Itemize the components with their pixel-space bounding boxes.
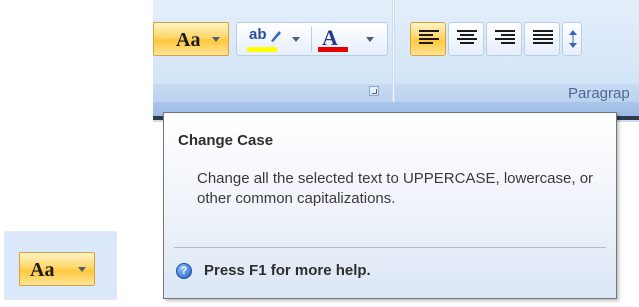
ribbon-group-footer <box>153 84 639 102</box>
tooltip-divider <box>174 247 606 248</box>
zoomed-change-case-button[interactable]: Aa <box>19 252 95 286</box>
align-left-icon <box>419 30 439 46</box>
align-center-button[interactable] <box>448 22 484 56</box>
highlight-fontcolor-group: ab A <box>236 22 388 56</box>
group-separator <box>392 0 395 102</box>
align-left-button[interactable] <box>410 22 446 56</box>
change-case-tooltip: Change Case Change all the selected text… <box>163 112 617 299</box>
align-right-icon <box>495 30 515 46</box>
tooltip-help-text: Press F1 for more help. <box>204 262 371 279</box>
button-divider <box>311 26 312 52</box>
line-spacing-button[interactable] <box>562 22 582 56</box>
change-case-label: Aa <box>176 29 201 51</box>
chevron-down-icon <box>212 37 220 42</box>
zoomed-change-case-label: Aa <box>30 259 55 281</box>
highlight-pen-icon[interactable] <box>269 29 283 43</box>
line-spacing-icon <box>568 29 578 54</box>
highlight-color-bar <box>247 47 277 52</box>
paragraph-group-label: Paragrap <box>568 85 630 102</box>
align-center-icon <box>457 30 477 46</box>
font-color-bar <box>318 47 348 52</box>
change-case-button[interactable]: Aa <box>153 22 229 56</box>
font-color-dropdown-arrow-icon[interactable] <box>366 37 374 42</box>
justify-button[interactable] <box>524 22 560 56</box>
tooltip-description: Change all the selected text to UPPERCAS… <box>197 170 594 207</box>
zoomed-chevron-down-icon <box>78 267 86 272</box>
font-dialog-launcher-icon[interactable] <box>369 86 379 96</box>
align-right-button[interactable] <box>486 22 522 56</box>
tooltip-title: Change Case <box>178 132 274 149</box>
highlight-label: ab <box>249 26 267 43</box>
justify-icon <box>533 30 553 46</box>
help-question-icon: ? <box>176 263 192 279</box>
highlight-dropdown-arrow-icon[interactable] <box>292 37 300 42</box>
